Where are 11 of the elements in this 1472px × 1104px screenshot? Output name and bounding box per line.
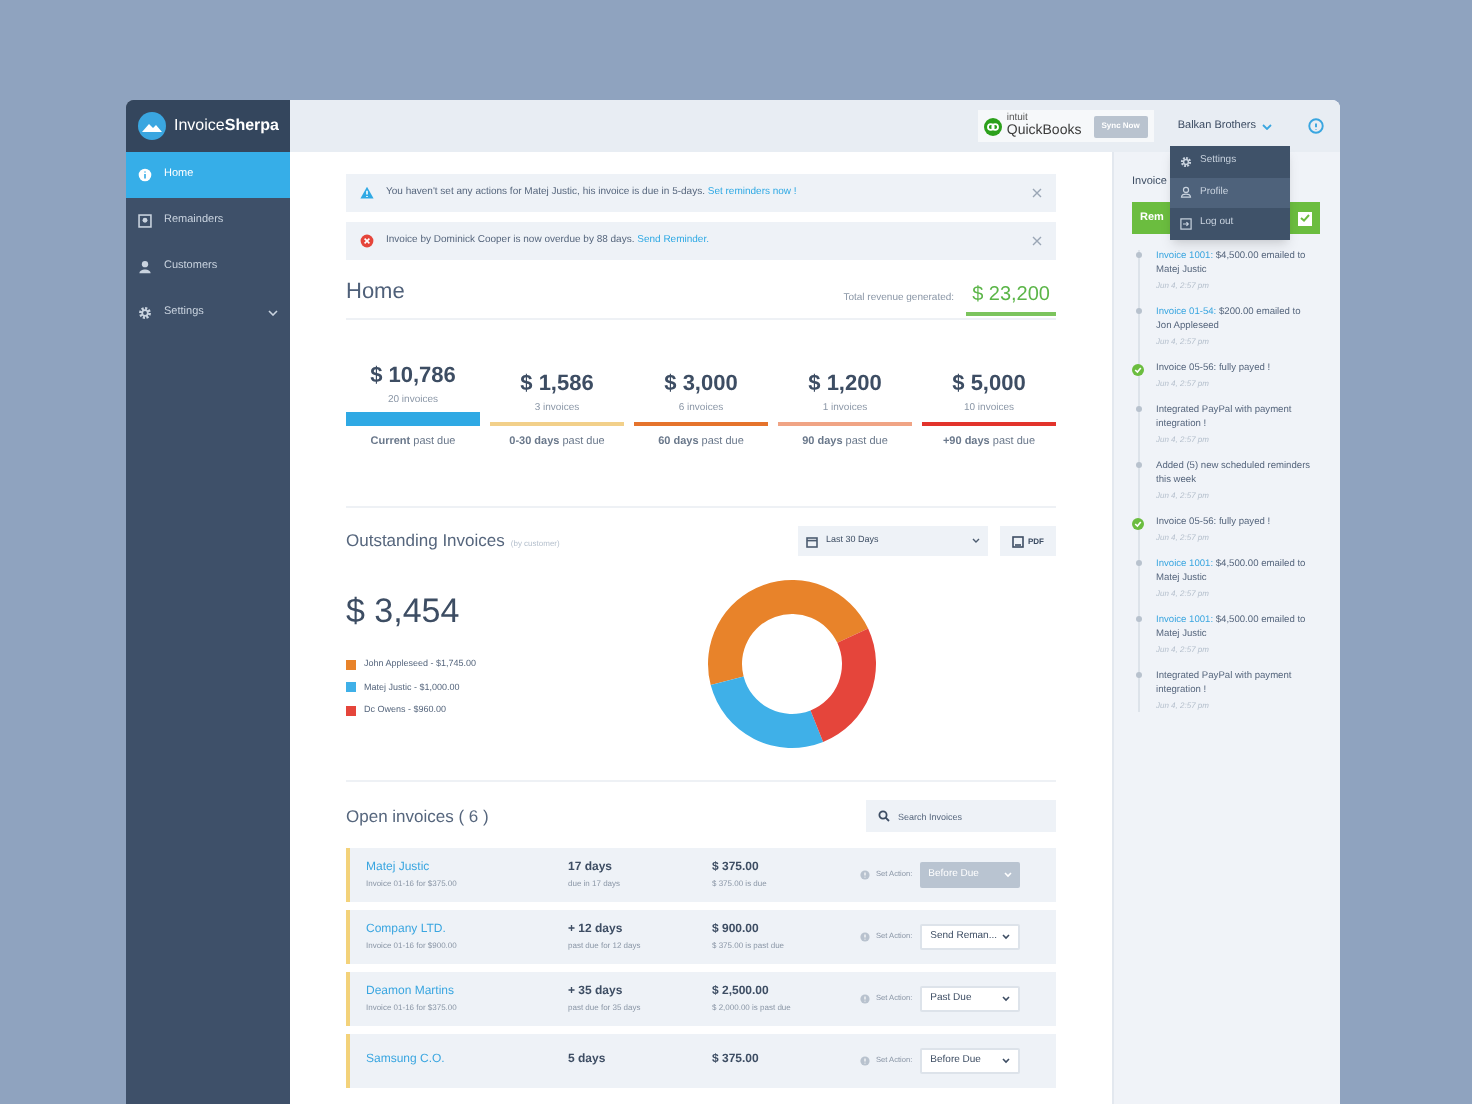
revenue-total: $ 23,200 (966, 279, 1056, 315)
bucket-amount: $ 3,000 (664, 374, 738, 396)
bucket-amount: $ 5,000 (952, 374, 1026, 396)
app-logo-text: InvoiceSherpa (174, 114, 279, 138)
page-title: Home (346, 278, 405, 308)
bucket-amount: $ 1,586 (520, 374, 594, 396)
section-title: Open invoices ( 6 ) (346, 803, 489, 830)
bucket-amount: $ 10,786 (370, 365, 456, 387)
section-title: Outstanding Invoices (346, 528, 505, 555)
bucket-amount: $ 1,200 (808, 374, 882, 396)
outstanding-total: $ 3,454 (346, 590, 462, 635)
